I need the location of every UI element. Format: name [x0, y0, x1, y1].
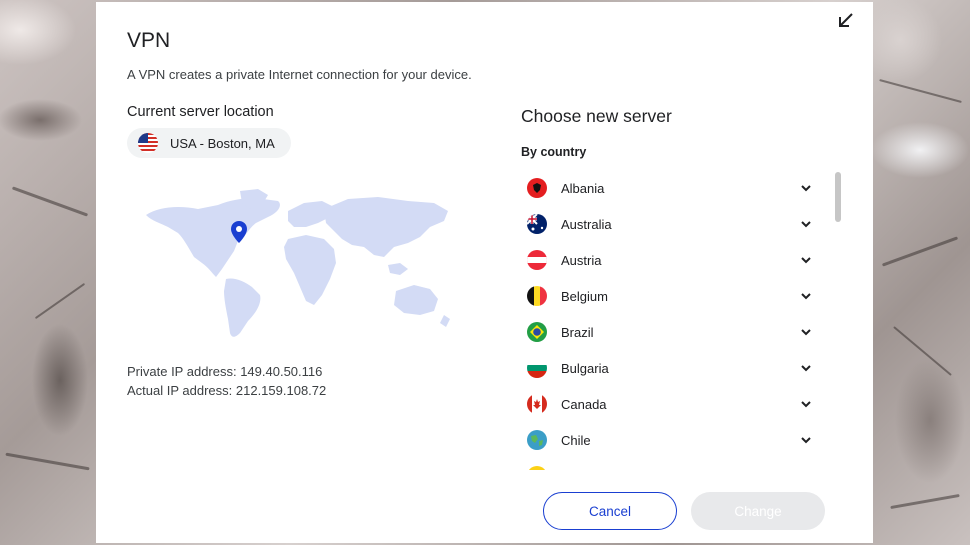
current-location-label: Current server location: [127, 104, 274, 120]
belgium-flag-icon: [527, 286, 547, 306]
by-country-label: By country: [521, 145, 587, 159]
bulgaria-flag-icon: [527, 358, 547, 378]
country-name: Canada: [561, 396, 607, 412]
country-row-partial[interactable]: [521, 458, 821, 470]
dialog-title: VPN: [127, 29, 171, 52]
chevron-down-icon: [801, 185, 811, 192]
country-list[interactable]: Albania Australia Austria Belgium Brazil…: [521, 170, 831, 470]
current-location-text: USA - Boston, MA: [170, 135, 275, 151]
current-location-chip: USA - Boston, MA: [127, 128, 291, 158]
cancel-button[interactable]: Cancel: [543, 492, 677, 530]
austria-flag-icon: [527, 250, 547, 270]
country-row-australia[interactable]: Australia: [521, 206, 821, 242]
country-row-belgium[interactable]: Belgium: [521, 278, 821, 314]
country-row-canada[interactable]: Canada: [521, 386, 821, 422]
private-ip-text: Private IP address: 149.40.50.116: [127, 364, 323, 379]
country-row-brazil[interactable]: Brazil: [521, 314, 821, 350]
chevron-down-icon: [801, 293, 811, 300]
country-name: Brazil: [561, 324, 594, 340]
choose-server-title: Choose new server: [521, 106, 672, 126]
chevron-down-icon: [801, 329, 811, 336]
country-name: Bulgaria: [561, 360, 609, 376]
country-row-chile[interactable]: Chile: [521, 422, 821, 458]
world-map: [146, 189, 450, 337]
usa-flag-icon: [138, 133, 158, 153]
country-name: Belgium: [561, 288, 608, 304]
canada-flag-icon: [527, 394, 547, 414]
australia-flag-icon: [527, 214, 547, 234]
partial-flag-icon: [529, 466, 545, 470]
country-row-bulgaria[interactable]: Bulgaria: [521, 350, 821, 386]
chevron-down-icon: [801, 257, 811, 264]
country-row-albania[interactable]: Albania: [521, 170, 821, 206]
vpn-dialog: VPN A VPN creates a private Internet con…: [96, 2, 873, 543]
country-name: Chile: [561, 432, 591, 448]
chevron-down-icon: [801, 221, 811, 228]
country-name: Australia: [561, 216, 612, 232]
globe-flag-icon: [527, 430, 547, 450]
actual-ip-text: Actual IP address: 212.159.108.72: [127, 383, 327, 398]
country-row-austria[interactable]: Austria: [521, 242, 821, 278]
chevron-down-icon: [801, 401, 811, 408]
country-name: Albania: [561, 180, 605, 196]
collapse-button[interactable]: [835, 10, 857, 32]
change-button[interactable]: Change: [691, 492, 825, 530]
country-list-scrollbar[interactable]: [835, 172, 841, 222]
brazil-flag-icon: [527, 322, 547, 342]
country-name: Austria: [561, 252, 602, 268]
chevron-down-icon: [801, 365, 811, 372]
albania-flag-icon: [527, 178, 547, 198]
arrow-down-left-icon: [839, 13, 853, 27]
chevron-down-icon: [801, 437, 811, 444]
dialog-subtitle: A VPN creates a private Internet connect…: [127, 67, 472, 82]
